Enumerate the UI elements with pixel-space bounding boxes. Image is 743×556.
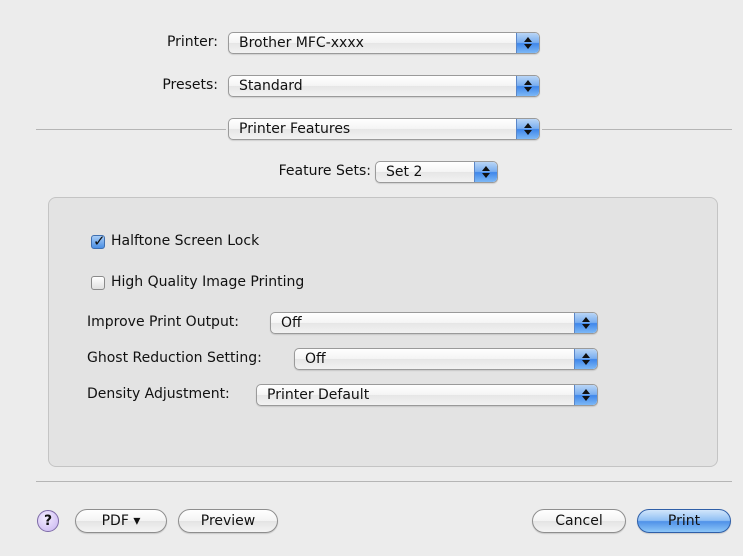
panel-menu-value: Printer Features: [239, 121, 351, 137]
panel-menu-popup[interactable]: Printer Features: [228, 118, 540, 140]
ghost-reduction-label: Ghost Reduction Setting:: [87, 350, 262, 366]
cancel-button[interactable]: Cancel: [532, 509, 626, 533]
presets-popup[interactable]: Standard: [228, 75, 540, 97]
feature-sets-label: Feature Sets:: [278, 163, 371, 179]
halftone-label: Halftone Screen Lock: [111, 233, 260, 249]
density-popup[interactable]: Printer Default: [256, 384, 598, 406]
improve-output-value: Off: [281, 315, 302, 331]
separator-right: [542, 129, 732, 130]
printer-value: Brother MFC-xxxx: [239, 35, 364, 51]
popup-arrows-icon: [574, 349, 597, 369]
high-quality-checkbox[interactable]: [91, 276, 105, 290]
ghost-reduction-value: Off: [305, 351, 326, 367]
presets-value: Standard: [239, 78, 303, 94]
checkmark-icon: ✓: [93, 232, 106, 250]
printer-label: Printer:: [166, 34, 218, 50]
high-quality-label: High Quality Image Printing: [111, 274, 305, 290]
pdf-button[interactable]: PDF ▾: [75, 509, 167, 533]
presets-label: Presets:: [162, 77, 218, 93]
feature-sets-popup[interactable]: Set 2: [375, 161, 498, 183]
print-button[interactable]: Print: [637, 509, 731, 533]
popup-arrows-icon: [474, 162, 497, 182]
density-label: Density Adjustment:: [87, 386, 230, 402]
printer-popup[interactable]: Brother MFC-xxxx: [228, 32, 540, 54]
separator-left: [36, 129, 226, 130]
ghost-reduction-popup[interactable]: Off: [294, 348, 598, 370]
help-button[interactable]: ?: [37, 510, 59, 532]
popup-arrows-icon: [574, 313, 597, 333]
popup-arrows-icon: [516, 33, 539, 53]
preview-button[interactable]: Preview: [178, 509, 278, 533]
feature-sets-value: Set 2: [386, 164, 423, 180]
footer-separator: [36, 481, 732, 482]
halftone-checkbox[interactable]: ✓: [91, 232, 106, 250]
popup-arrows-icon: [516, 76, 539, 96]
improve-output-label: Improve Print Output:: [87, 314, 240, 330]
improve-output-popup[interactable]: Off: [270, 312, 598, 334]
popup-arrows-icon: [516, 119, 539, 139]
density-value: Printer Default: [267, 387, 370, 403]
popup-arrows-icon: [574, 385, 597, 405]
